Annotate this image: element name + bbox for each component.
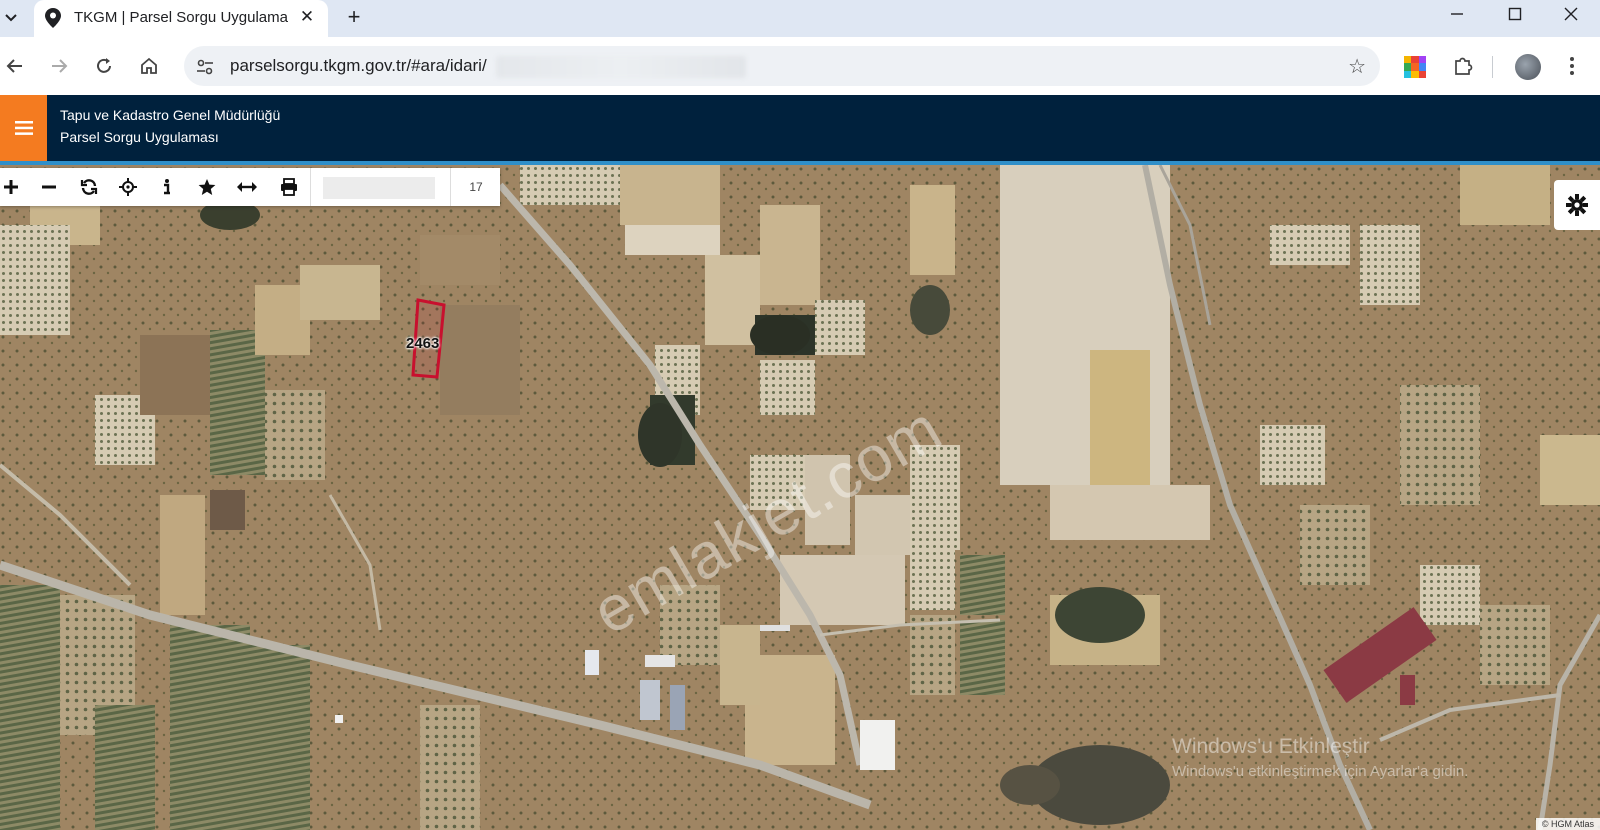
map-view[interactable]: emlakjet.com Windows'u Etkinleştir Windo…: [0, 165, 1600, 830]
app-title: Parsel Sorgu Uygulaması: [60, 129, 219, 145]
browser-tab-bar: TKGM | Parsel Sorgu Uygulaması ✕ +: [0, 0, 1600, 37]
arrow-right-icon[interactable]: [44, 51, 74, 81]
refresh-icon[interactable]: [70, 168, 108, 206]
windows-activation-title: Windows'u Etkinleştir: [1172, 735, 1370, 758]
settings-button[interactable]: [1554, 180, 1600, 230]
windows-activation-subtitle: Windows'u etkinleştirmek için Ayarlar'a …: [1172, 763, 1469, 780]
address-bar[interactable]: parselsorgu.tkgm.gov.tr/#ara/idari/ ☆: [184, 46, 1380, 86]
zoom-out-icon[interactable]: [30, 168, 68, 206]
info-icon[interactable]: [148, 168, 186, 206]
map-pin-icon: [45, 8, 61, 28]
scale-bar: [310, 168, 451, 206]
maximize-icon[interactable]: [1486, 0, 1544, 28]
close-icon[interactable]: ✕: [296, 5, 318, 29]
plus-icon[interactable]: +: [340, 3, 368, 31]
gear-icon: [1566, 194, 1588, 216]
zoom-level: 17: [450, 168, 501, 206]
chevron-down-icon[interactable]: [0, 4, 22, 32]
scale-bar-graphic: [323, 177, 435, 199]
map-attribution: © HGM Atlas: [1535, 818, 1600, 830]
app-header: Tapu ve Kadastro Genel Müdürlüğü Parsel …: [0, 95, 1600, 161]
browser-toolbar: parselsorgu.tkgm.gov.tr/#ara/idari/ ☆: [0, 37, 1600, 95]
measure-icon[interactable]: [228, 168, 266, 206]
url-text[interactable]: parselsorgu.tkgm.gov.tr/#ara/idari/: [230, 56, 487, 76]
puzzle-icon[interactable]: [1450, 53, 1476, 79]
home-icon[interactable]: [134, 51, 164, 81]
arrow-left-icon[interactable]: [0, 51, 30, 81]
menu-button[interactable]: [0, 95, 47, 161]
toolbar-divider: [1492, 56, 1493, 78]
extension-icon[interactable]: [1404, 56, 1426, 78]
minimize-icon[interactable]: [1428, 0, 1486, 28]
avatar[interactable]: [1515, 54, 1541, 80]
print-icon[interactable]: [270, 168, 308, 206]
browser-tab[interactable]: TKGM | Parsel Sorgu Uygulaması ✕: [34, 0, 328, 37]
reload-icon[interactable]: [89, 51, 119, 81]
kebab-icon[interactable]: [1562, 52, 1582, 80]
close-window-icon[interactable]: [1542, 0, 1600, 28]
map-toolbar: 17: [0, 168, 500, 206]
tab-title: TKGM | Parsel Sorgu Uygulaması: [74, 9, 288, 26]
star-icon[interactable]: [188, 168, 226, 206]
zoom-in-icon[interactable]: [0, 168, 30, 206]
windows-activation-notice: Windows'u Etkinleştir Windows'u etkinleş…: [1172, 735, 1468, 780]
hamburger-icon: [14, 121, 33, 135]
star-icon[interactable]: ☆: [1348, 54, 1366, 79]
tune-icon[interactable]: [194, 56, 216, 78]
url-redacted: [496, 56, 746, 78]
locate-icon[interactable]: [109, 168, 147, 206]
parcel-number-label[interactable]: 2463: [406, 335, 439, 352]
organization-name: Tapu ve Kadastro Genel Müdürlüğü: [60, 107, 281, 123]
